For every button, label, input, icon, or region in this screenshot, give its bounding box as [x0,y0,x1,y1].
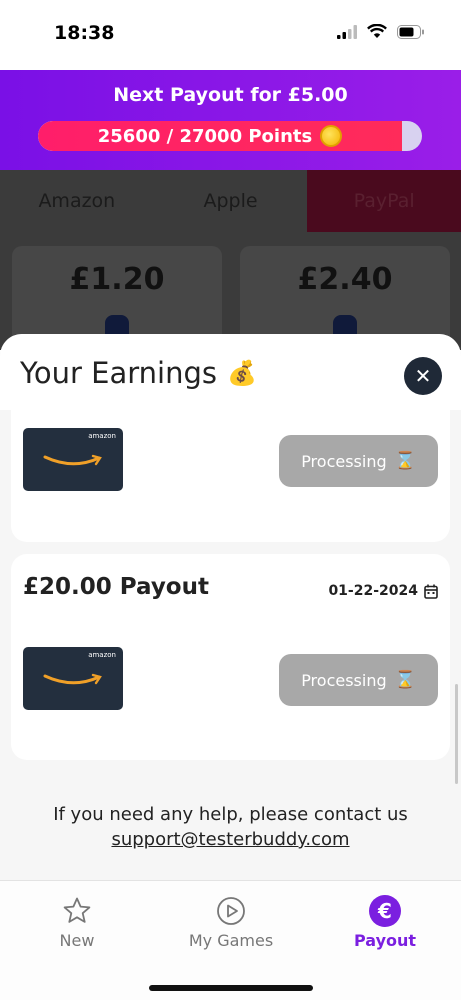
hourglass-icon: ⌛ [394,451,416,471]
earning-card: £20.00 Payout 01-22-2024 amazon Processi… [11,554,450,760]
support-email-link[interactable]: support@testerbuddy.com [111,829,349,850]
next-payout-text: Next Payout for £5.00 [113,84,348,106]
payout-amount: £20.00 Payout [23,574,209,600]
earnings-sheet: amazon Processing ⌛ £20.00 Payout 01-22-… [0,334,461,880]
tab-amazon[interactable]: Amazon [0,170,154,232]
calendar-icon [424,584,438,599]
amazon-logo-text: amazon [88,432,116,440]
amazon-logo-text: amazon [88,651,116,659]
star-icon [61,895,93,927]
earnings-title: Your Earnings [20,356,217,390]
signal-icon [337,24,357,39]
home-indicator [149,985,313,991]
help-section: If you need any help, please contact us … [0,804,461,850]
nav-item-new[interactable]: New [17,895,137,950]
bottom-nav: New My Games € Payout [0,880,461,1000]
processing-status-button[interactable]: Processing ⌛ [279,435,438,487]
status-label: Processing [301,670,387,690]
processing-status-button[interactable]: Processing ⌛ [279,654,438,706]
sheet-title: Your Earnings 💰 [20,356,257,390]
amazon-smile-icon [43,673,102,685]
battery-icon [397,24,424,39]
play-circle-icon [215,895,247,927]
tab-apple[interactable]: Apple [154,170,308,232]
amazon-gift-card-image: amazon [23,428,123,491]
help-text: If you need any help, please contact us [53,804,408,825]
nav-item-payout[interactable]: € Payout [325,895,445,950]
points-progress-label: 25600 / 27000 Points [38,125,402,147]
nav-label-my-games: My Games [188,931,274,950]
wifi-icon [367,24,387,38]
payout-date-text: 01-22-2024 [328,583,418,599]
status-bar: 18:38 [0,0,461,70]
coin-icon [320,125,343,147]
money-bag-icon: 💰 [226,359,257,387]
reward-card-value: £1.20 [69,262,165,297]
points-progress-bar: 25600 / 27000 Points [38,121,422,151]
hourglass-icon: ⌛ [394,670,416,690]
amazon-gift-card-image: amazon [23,647,123,710]
payout-header: Next Payout for £5.00 25600 / 27000 Poin… [0,70,461,170]
scrollbar[interactable] [455,684,458,784]
status-label: Processing [301,451,387,471]
nav-label-new: New [59,931,95,950]
close-button[interactable]: ✕ [404,357,442,395]
payout-date: 01-22-2024 [328,583,438,599]
reward-card-value: £2.40 [297,262,393,297]
status-icons [337,24,425,39]
amazon-smile-icon [43,454,102,466]
points-text: 25600 / 27000 Points [97,125,313,147]
close-icon: ✕ [414,364,432,388]
payout-tabs: Amazon Apple PayPal [0,170,461,232]
payout-options-background: Amazon Apple PayPal £1.20 £2.40 [0,170,461,356]
tab-paypal[interactable]: PayPal [307,170,461,232]
status-time: 18:38 [54,22,115,44]
sheet-header: Your Earnings 💰 ✕ [0,334,461,410]
nav-label-payout: Payout [353,931,417,950]
euro-icon: € [369,895,401,927]
nav-item-my-games[interactable]: My Games [171,895,291,950]
